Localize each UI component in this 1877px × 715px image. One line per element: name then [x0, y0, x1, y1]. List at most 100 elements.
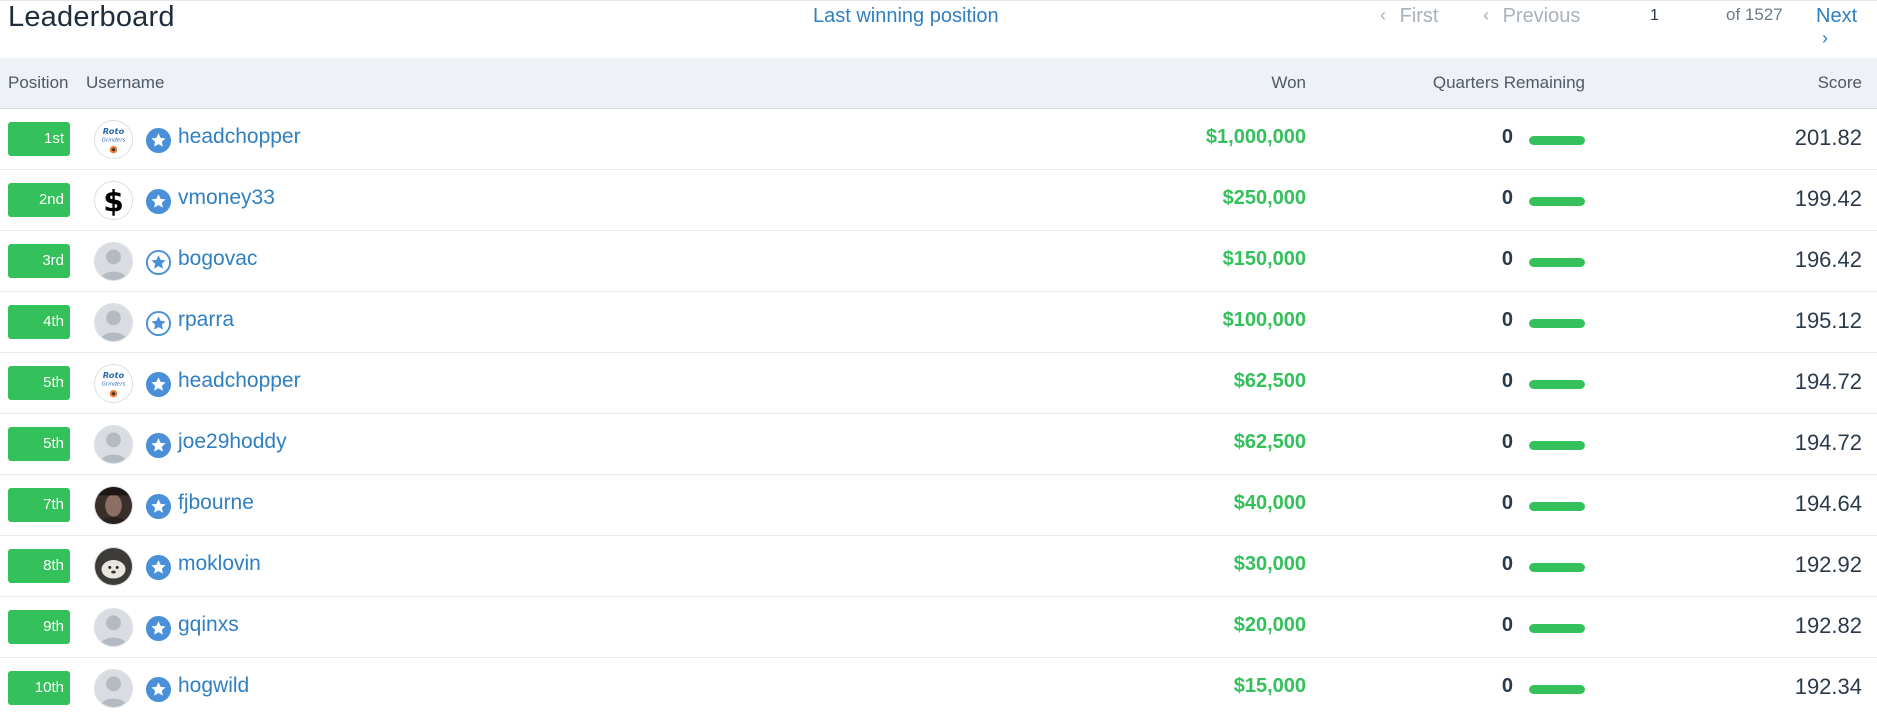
- avatar[interactable]: [94, 425, 133, 464]
- avatar[interactable]: [94, 547, 133, 586]
- avatar[interactable]: [94, 486, 133, 525]
- username-link[interactable]: fjbourne: [178, 491, 254, 515]
- score-value: 194.72: [1794, 430, 1862, 455]
- star-badge-icon: [145, 188, 172, 215]
- column-header-score[interactable]: Score: [1818, 73, 1862, 93]
- quarters-progress-bar: [1529, 197, 1585, 206]
- username-link[interactable]: joe29hoddy: [178, 430, 287, 454]
- quarters-progress-bar: [1529, 380, 1585, 389]
- column-header-won[interactable]: Won: [1271, 73, 1306, 93]
- star-badge-icon: [145, 615, 172, 642]
- chevron-right-icon: ›: [1822, 28, 1828, 48]
- leaderboard-table-body: 1st Roto Grinders headchopper $1,000,000 …: [0, 109, 1877, 715]
- position-badge: 1st: [8, 122, 70, 156]
- table-row[interactable]: 10th hogwild $15,000 0 192.34: [0, 658, 1877, 715]
- quarters-progress-bar: [1529, 563, 1585, 572]
- score-value: 192.82: [1794, 613, 1862, 638]
- username-link[interactable]: vmoney33: [178, 186, 275, 210]
- score-value: 194.64: [1794, 491, 1862, 516]
- first-page-label: First: [1399, 5, 1439, 27]
- table-row[interactable]: 8th moklovin $30,000 0 192.92: [0, 536, 1877, 597]
- avatar[interactable]: Roto Grinders: [94, 120, 133, 159]
- table-header: Position Username Won Quarters Remaining…: [0, 58, 1877, 109]
- leaderboard-header: Leaderboard Last winning position ‹ Firs…: [0, 0, 1877, 58]
- page-number-input[interactable]: [1626, 3, 1716, 29]
- quarters-progress-bar: [1529, 502, 1585, 511]
- username-link[interactable]: gqinxs: [178, 613, 239, 637]
- quarters-remaining-value: 0: [1501, 248, 1513, 270]
- avatar[interactable]: $: [94, 181, 133, 220]
- last-winning-position-link[interactable]: Last winning position: [813, 5, 999, 28]
- svg-text:Grinders: Grinders: [102, 381, 126, 387]
- score-value: 192.34: [1794, 674, 1862, 699]
- star-badge-icon: [145, 432, 172, 459]
- position-badge: 5th: [8, 427, 70, 461]
- avatar[interactable]: [94, 669, 133, 708]
- svg-text:Roto: Roto: [103, 126, 125, 136]
- table-row[interactable]: 4th rparra $100,000 0 195.12: [0, 292, 1877, 353]
- page-count: of 1527: [1726, 5, 1783, 24]
- star-badge-icon: [145, 310, 172, 337]
- username-link[interactable]: rparra: [178, 308, 234, 332]
- score-value: 195.12: [1794, 308, 1862, 333]
- table-row[interactable]: 1st Roto Grinders headchopper $1,000,000 …: [0, 109, 1877, 170]
- won-amount: $100,000: [1222, 309, 1306, 331]
- quarters-remaining-value: 0: [1501, 492, 1513, 514]
- quarters-progress-fill: [1529, 502, 1585, 511]
- avatar[interactable]: [94, 242, 133, 281]
- table-row[interactable]: 2nd $ vmoney33 $250,000 0 199.42: [0, 170, 1877, 231]
- quarters-progress-fill: [1529, 258, 1585, 267]
- svg-text:$: $: [103, 185, 124, 219]
- avatar[interactable]: [94, 303, 133, 342]
- quarters-progress-fill: [1529, 624, 1585, 633]
- quarters-remaining-value: 0: [1501, 431, 1513, 453]
- quarters-progress-fill: [1529, 380, 1585, 389]
- won-amount: $250,000: [1222, 187, 1306, 209]
- star-badge-icon: [145, 127, 172, 154]
- position-badge: 9th: [8, 610, 70, 644]
- column-header-position[interactable]: Position: [8, 73, 68, 93]
- previous-page-button[interactable]: ‹ Previous: [1483, 5, 1580, 28]
- score-value: 196.42: [1794, 247, 1862, 272]
- table-row[interactable]: 3rd bogovac $150,000 0 196.42: [0, 231, 1877, 292]
- score-value: 201.82: [1794, 125, 1862, 150]
- quarters-progress-fill: [1529, 563, 1585, 572]
- won-amount: $30,000: [1233, 553, 1306, 575]
- position-badge: 5th: [8, 366, 70, 400]
- table-row[interactable]: 7th fjbourne $40,000 0 194.64: [0, 475, 1877, 536]
- won-amount: $62,500: [1233, 370, 1306, 392]
- first-page-button[interactable]: ‹ First: [1380, 5, 1438, 28]
- svg-text:Roto: Roto: [103, 370, 125, 380]
- quarters-remaining-value: 0: [1501, 614, 1513, 636]
- score-value: 192.92: [1794, 552, 1862, 577]
- column-header-quarters-remaining[interactable]: Quarters Remaining: [1433, 73, 1585, 93]
- column-header-username[interactable]: Username: [86, 73, 164, 93]
- quarters-progress-bar: [1529, 136, 1585, 145]
- position-badge: 10th: [8, 671, 70, 705]
- score-value: 194.72: [1794, 369, 1862, 394]
- previous-page-label: Previous: [1502, 5, 1581, 27]
- avatar[interactable]: Roto Grinders: [94, 364, 133, 403]
- next-page-button[interactable]: Next›: [1816, 5, 1877, 51]
- next-page-label: Next: [1816, 5, 1858, 27]
- chevron-left-icon: ‹: [1380, 5, 1386, 25]
- position-badge: 7th: [8, 488, 70, 522]
- quarters-progress-bar: [1529, 441, 1585, 450]
- table-row[interactable]: 5th joe29hoddy $62,500 0 194.72: [0, 414, 1877, 475]
- username-link[interactable]: moklovin: [178, 552, 261, 576]
- username-link[interactable]: bogovac: [178, 247, 257, 271]
- quarters-progress-bar: [1529, 319, 1585, 328]
- quarters-progress-fill: [1529, 685, 1585, 694]
- table-row[interactable]: 5th Roto Grinders headchopper $62,500 0 1…: [0, 353, 1877, 414]
- avatar[interactable]: [94, 608, 133, 647]
- username-link[interactable]: hogwild: [178, 674, 249, 698]
- quarters-remaining-value: 0: [1501, 126, 1513, 148]
- star-badge-icon: [145, 676, 172, 703]
- quarters-progress-fill: [1529, 197, 1585, 206]
- won-amount: $1,000,000: [1205, 126, 1306, 148]
- username-link[interactable]: headchopper: [178, 125, 301, 149]
- quarters-remaining-value: 0: [1501, 553, 1513, 575]
- username-link[interactable]: headchopper: [178, 369, 301, 393]
- table-row[interactable]: 9th gqinxs $20,000 0 192.82: [0, 597, 1877, 658]
- won-amount: $40,000: [1233, 492, 1306, 514]
